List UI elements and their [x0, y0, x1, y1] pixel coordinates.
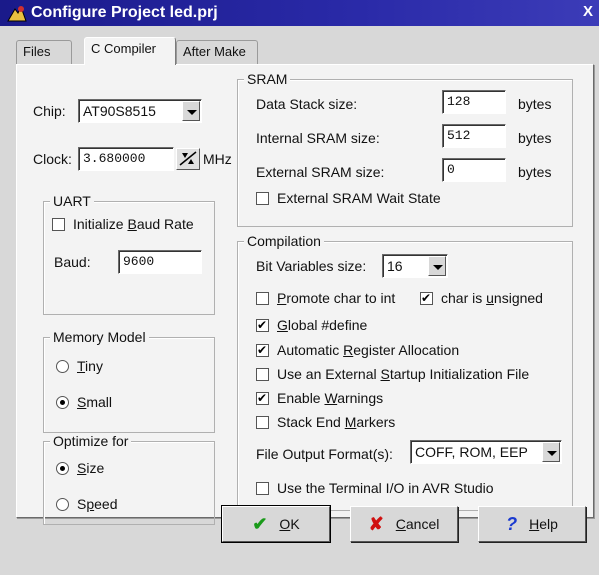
init-baud-checkbox[interactable]: Initialize Baud Rate: [52, 216, 194, 232]
stack-end-checkbox[interactable]: Stack End Markers: [256, 414, 395, 430]
output-format-value: COFF, ROM, EEP: [415, 444, 528, 460]
radio-tiny[interactable]: Tiny: [56, 358, 103, 374]
clock-input[interactable]: 3.680000: [78, 147, 174, 171]
uart-title: UART: [50, 193, 94, 209]
radio-speed[interactable]: Speed: [56, 496, 118, 512]
external-sram-input[interactable]: 0: [442, 158, 506, 182]
cancel-button[interactable]: ✘ Cancel: [350, 506, 458, 542]
warnings-label: Enable Warnings: [277, 390, 384, 406]
c-compiler-panel: Chip: AT90S8515 Clock: 3.680000 MHz UART…: [16, 64, 594, 525]
promote-checkbox[interactable]: Promote char to int: [256, 290, 395, 306]
radio-speed-dot[interactable]: [56, 497, 69, 511]
wait-state-checkbox[interactable]: External SRAM Wait State: [256, 190, 441, 206]
radio-tiny-label: Tiny: [77, 358, 103, 374]
radio-tiny-dot[interactable]: [56, 359, 69, 373]
wait-state-label: External SRAM Wait State: [277, 190, 441, 206]
chevron-down-icon[interactable]: [542, 442, 560, 462]
close-icon: ✘: [368, 513, 384, 534]
ext-startup-checkbox[interactable]: Use an External Startup Initialization F…: [256, 366, 529, 382]
unsigned-label: char is unsigned: [441, 290, 543, 306]
chevron-down-icon[interactable]: [428, 256, 446, 276]
compilation-title: Compilation: [244, 233, 324, 249]
auto-reg-label: Automatic Register Allocation: [277, 342, 460, 358]
global-define-checkbox[interactable]: Global #define: [256, 317, 367, 333]
baud-input[interactable]: 9600: [118, 250, 202, 274]
radio-small-dot[interactable]: [56, 395, 69, 409]
internal-sram-input[interactable]: 512: [442, 124, 506, 148]
external-sram-unit: bytes: [518, 164, 552, 180]
stack-end-box[interactable]: [256, 415, 269, 429]
chip-value: AT90S8515: [83, 103, 156, 119]
unsigned-box[interactable]: [420, 290, 433, 306]
radio-size-dot[interactable]: [56, 461, 69, 475]
tab-c-compiler[interactable]: C Compiler: [84, 37, 176, 65]
global-define-label: Global #define: [277, 317, 368, 333]
optimize-group: Optimize for Size Speed: [43, 433, 215, 525]
clock-spinner[interactable]: [176, 148, 200, 170]
tab-after-make[interactable]: After Make: [176, 40, 258, 64]
title-bar[interactable]: Configure Project led.prj X: [0, 0, 599, 26]
help-label: Help: [529, 516, 558, 532]
chevron-down-icon[interactable]: [182, 101, 200, 121]
radio-size[interactable]: Size: [56, 460, 104, 476]
data-stack-label: Data Stack size:: [256, 96, 358, 112]
sram-group: SRAM Data Stack size: 128 bytes Internal…: [237, 71, 573, 227]
chip-label: Chip:: [33, 103, 66, 119]
output-format-label: File Output Format(s):: [256, 446, 393, 462]
promote-label: Promote char to int: [277, 290, 396, 306]
terminal-io-label: Use the Terminal I/O in AVR Studio: [277, 480, 494, 496]
global-define-box[interactable]: [256, 317, 269, 333]
terminal-io-checkbox[interactable]: Use the Terminal I/O in AVR Studio: [256, 480, 494, 496]
wait-state-box[interactable]: [256, 191, 269, 205]
radio-speed-label: Speed: [77, 496, 118, 512]
uart-group: UART Initialize Baud Rate Baud: 9600: [43, 193, 215, 315]
baud-label: Baud:: [54, 254, 91, 270]
memory-model-title: Memory Model: [50, 329, 149, 345]
warnings-checkbox[interactable]: Enable Warnings: [256, 390, 383, 406]
optimize-title: Optimize for: [50, 433, 132, 449]
compilation-group: Compilation Bit Variables size: 16 Promo…: [237, 233, 573, 511]
stack-end-label: Stack End Markers: [277, 414, 396, 430]
unsigned-checkbox[interactable]: char is unsigned: [420, 290, 543, 306]
promote-box[interactable]: [256, 291, 269, 305]
help-button[interactable]: ? Help: [478, 506, 586, 542]
memory-model-group: Memory Model Tiny Small: [43, 329, 215, 433]
chip-select[interactable]: AT90S8515: [78, 99, 202, 123]
output-format-select[interactable]: COFF, ROM, EEP: [410, 440, 562, 464]
terminal-io-box[interactable]: [256, 481, 269, 495]
data-stack-unit: bytes: [518, 96, 552, 112]
auto-reg-checkbox[interactable]: Automatic Register Allocation: [256, 342, 459, 358]
bit-vars-value: 16: [387, 258, 403, 274]
help-icon: ?: [506, 513, 518, 534]
clock-label: Clock:: [33, 151, 72, 167]
internal-sram-unit: bytes: [518, 130, 552, 146]
bit-vars-select[interactable]: 16: [382, 254, 448, 278]
init-baud-label: Initialize Baud Rate: [73, 216, 194, 232]
init-baud-box[interactable]: [52, 217, 65, 231]
external-sram-label: External SRAM size:: [256, 164, 385, 180]
cancel-label: Cancel: [395, 516, 440, 532]
warnings-box[interactable]: [256, 390, 269, 406]
checkmark-icon: ✔: [252, 513, 268, 534]
radio-size-label: Size: [77, 460, 105, 476]
data-stack-input[interactable]: 128: [442, 90, 506, 114]
clock-unit: MHz: [203, 151, 232, 167]
ok-label: OK: [279, 516, 300, 532]
dialog-body: Files C Compiler After Make Chip: AT90S8…: [0, 26, 599, 575]
close-button[interactable]: X: [583, 3, 593, 20]
ok-button[interactable]: ✔ OK: [221, 505, 331, 543]
tab-files[interactable]: Files: [16, 40, 72, 64]
radio-small[interactable]: Small: [56, 394, 112, 410]
internal-sram-label: Internal SRAM size:: [256, 130, 380, 146]
sram-title: SRAM: [244, 71, 291, 87]
window-title: Configure Project led.prj: [31, 4, 218, 21]
radio-small-label: Small: [77, 394, 113, 410]
spin-arrows-icon: [179, 151, 197, 166]
ext-startup-label: Use an External Startup Initialization F…: [277, 366, 530, 382]
bit-vars-label: Bit Variables size:: [256, 258, 367, 274]
app-icon: [6, 3, 28, 23]
ext-startup-box[interactable]: [256, 367, 269, 381]
auto-reg-box[interactable]: [256, 342, 269, 358]
